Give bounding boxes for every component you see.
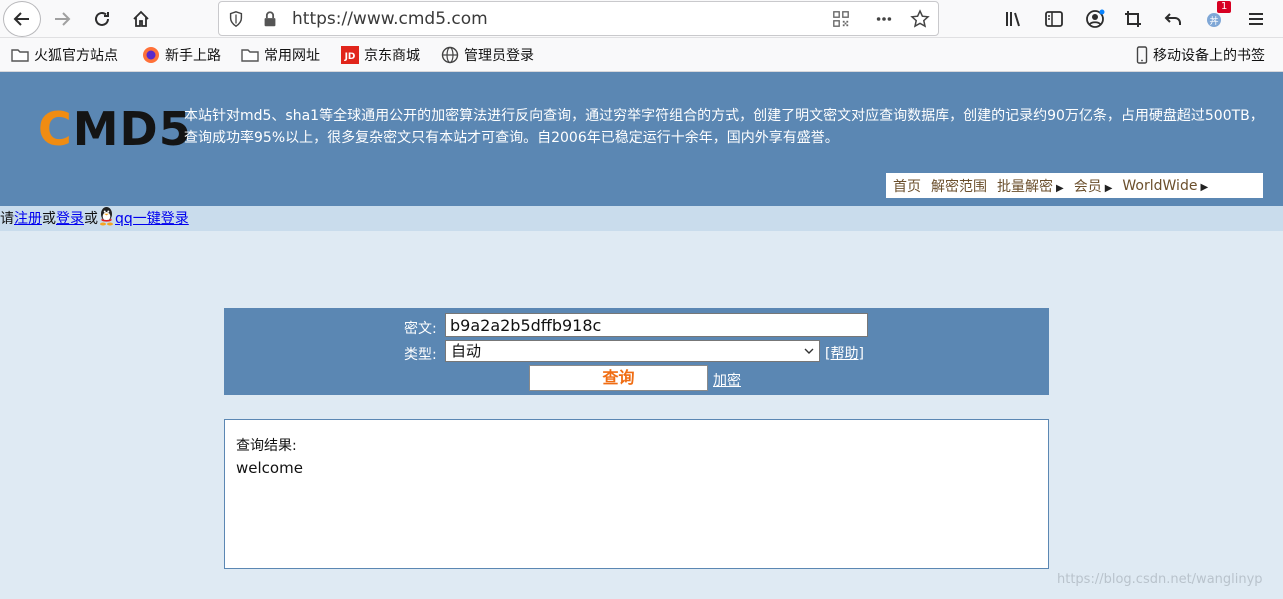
screenshot-button[interactable] — [1117, 3, 1149, 35]
browser-toolbar: https://www.cmd5.com 丼 1 — [0, 0, 1283, 38]
nav-home[interactable]: 首页 — [893, 176, 921, 196]
qq-penguin-icon — [98, 206, 115, 226]
query-form: 密文: 类型: 自动 [帮助] 查询 加密 — [224, 308, 1049, 395]
crop-icon — [1125, 11, 1141, 27]
undo-arrow-icon — [1164, 13, 1181, 25]
qr-code-icon[interactable] — [831, 9, 851, 29]
account-icon — [1086, 9, 1105, 28]
home-button[interactable] — [125, 3, 157, 35]
back-button[interactable] — [3, 1, 41, 37]
triangle-right-icon: ▶ — [1104, 182, 1113, 194]
bookmark-item[interactable]: 常用网址 — [241, 45, 320, 65]
url-text: https://www.cmd5.com — [292, 9, 488, 29]
nav-member[interactable]: 会员 ▶ — [1074, 176, 1113, 196]
library-icon — [1006, 12, 1020, 27]
site-header: CMD5 本站针对md5、sha1等全球通用公开的加密算法进行反向查询，通过穷举… — [0, 72, 1283, 206]
svg-text:丼: 丼 — [1209, 15, 1218, 27]
bookmark-label: 京东商城 — [364, 48, 420, 64]
sidebar-button[interactable] — [1038, 3, 1070, 35]
triangle-right-icon: ▶ — [1056, 182, 1064, 194]
login-strip: 请注册或登录或 qq一键登录 — [0, 206, 1283, 231]
qq-login-link[interactable]: qq一键登录 — [115, 211, 189, 227]
reload-button[interactable] — [86, 3, 118, 35]
bookmark-label: 火狐官方站点 — [34, 48, 118, 64]
folder-icon — [241, 46, 259, 64]
hamburger-menu-icon — [1249, 13, 1263, 25]
forward-button[interactable] — [46, 3, 78, 35]
firefox-icon — [142, 46, 160, 64]
bookmark-item[interactable]: JD 京东商城 — [341, 45, 420, 65]
bookmark-item[interactable]: 新手上路 — [142, 45, 221, 65]
lock-icon[interactable] — [260, 9, 280, 29]
notification-badge: 1 — [1217, 1, 1232, 13]
folder-icon — [11, 46, 29, 64]
mobile-device-icon — [1136, 46, 1148, 64]
chevron-down-icon — [803, 343, 815, 363]
sidebar-icon — [1045, 11, 1063, 27]
bookmark-item[interactable]: 火狐官方站点 — [11, 45, 118, 65]
encrypt-link[interactable]: 加密 — [713, 370, 741, 390]
help-link[interactable]: [帮助] — [825, 343, 864, 363]
query-button[interactable]: 查询 — [529, 365, 708, 391]
shield-icon[interactable] — [226, 9, 246, 29]
jd-icon: JD — [341, 46, 359, 64]
bookmark-label: 管理员登录 — [464, 48, 534, 64]
cipher-input[interactable] — [445, 313, 868, 337]
arrow-left-icon — [13, 12, 29, 26]
cipher-label: 密文: — [404, 321, 437, 337]
arrow-right-icon — [55, 12, 71, 26]
login-link[interactable]: 登录 — [56, 211, 84, 227]
cmd5-logo[interactable]: CMD5 — [38, 102, 192, 156]
bookmark-item[interactable]: 管理员登录 — [441, 45, 534, 65]
triangle-right-icon: ▶ — [1200, 181, 1209, 193]
watermark: https://blog.csdn.net/wanglinyp — [1057, 572, 1263, 587]
bookmark-label: 常用网址 — [264, 48, 320, 64]
home-icon — [133, 10, 149, 27]
undo-button[interactable] — [1157, 3, 1189, 35]
nav-batch-decrypt[interactable]: 批量解密 ▶ — [997, 176, 1064, 196]
account-button[interactable] — [1079, 3, 1111, 35]
url-bar[interactable]: https://www.cmd5.com — [218, 1, 939, 36]
nav-decrypt-range[interactable]: 解密范围 — [931, 176, 987, 196]
mobile-bookmarks-label: 移动设备上的书签 — [1153, 48, 1265, 64]
register-link[interactable]: 注册 — [14, 211, 42, 227]
result-value: welcome — [236, 459, 303, 477]
type-label: 类型: — [404, 347, 437, 363]
bookmarks-toolbar: 火狐官方站点 新手上路 常用网址 JD 京东商城 管理员登录 移动设备上的书签 — [0, 38, 1283, 72]
site-intro-text: 本站针对md5、sha1等全球通用公开的加密算法进行反向查询，通过穷举字符组合的… — [184, 108, 1264, 146]
result-panel: 查询结果: welcome — [224, 419, 1049, 569]
nav-worldwide[interactable]: WorldWide ▶ — [1122, 178, 1208, 194]
type-select[interactable]: 自动 — [445, 340, 820, 362]
star-bookmark-icon[interactable] — [910, 9, 930, 29]
menu-button[interactable] — [1240, 3, 1272, 35]
mobile-bookmarks[interactable]: 移动设备上的书签 — [1136, 45, 1265, 65]
bookmark-label: 新手上路 — [165, 48, 221, 64]
reload-icon — [95, 11, 109, 26]
globe-icon — [441, 46, 459, 64]
result-label: 查询结果: — [236, 438, 297, 454]
svg-text:JD: JD — [344, 52, 356, 62]
library-button[interactable] — [998, 3, 1030, 35]
more-actions-icon[interactable] — [874, 9, 894, 29]
type-select-value: 自动 — [451, 342, 482, 360]
main-nav: 首页 解密范围 批量解密 ▶ 会员 ▶ WorldWide ▶ — [886, 173, 1263, 198]
